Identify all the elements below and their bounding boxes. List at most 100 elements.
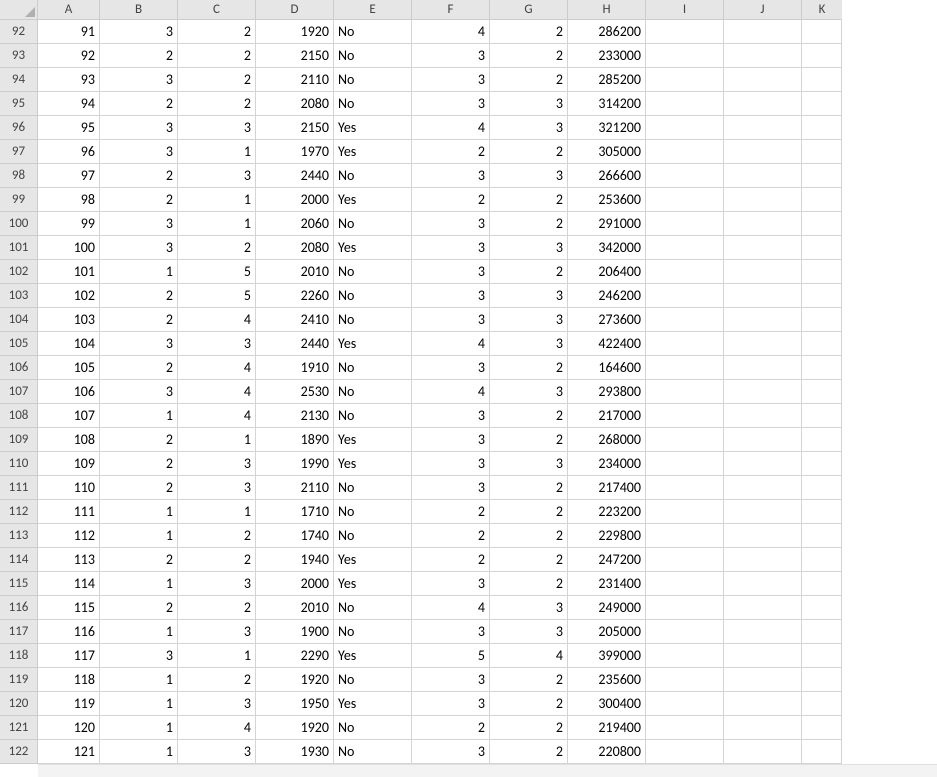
column-header-I[interactable]: I xyxy=(646,0,724,20)
cell-C97[interactable]: 1 xyxy=(178,140,256,164)
cell-F104[interactable]: 3 xyxy=(412,308,490,332)
row-header-121[interactable]: 121 xyxy=(0,716,38,740)
cell-B100[interactable]: 3 xyxy=(100,212,178,236)
cell-K115[interactable] xyxy=(802,572,842,596)
cell-H106[interactable]: 164600 xyxy=(568,356,646,380)
cell-I104[interactable] xyxy=(646,308,724,332)
cell-A93[interactable]: 92 xyxy=(38,44,100,68)
cell-E115[interactable]: Yes xyxy=(334,572,412,596)
cell-A117[interactable]: 116 xyxy=(38,620,100,644)
cell-G99[interactable]: 2 xyxy=(490,188,568,212)
cell-J108[interactable] xyxy=(724,404,802,428)
cell-J121[interactable] xyxy=(724,716,802,740)
cell-C96[interactable]: 3 xyxy=(178,116,256,140)
cell-A95[interactable]: 94 xyxy=(38,92,100,116)
cell-C118[interactable]: 1 xyxy=(178,644,256,668)
cell-E117[interactable]: No xyxy=(334,620,412,644)
cell-J101[interactable] xyxy=(724,236,802,260)
cell-C117[interactable]: 3 xyxy=(178,620,256,644)
cell-I95[interactable] xyxy=(646,92,724,116)
cell-B120[interactable]: 1 xyxy=(100,692,178,716)
cell-J113[interactable] xyxy=(724,524,802,548)
cell-F109[interactable]: 3 xyxy=(412,428,490,452)
cell-J96[interactable] xyxy=(724,116,802,140)
cell-J110[interactable] xyxy=(724,452,802,476)
cell-E109[interactable]: Yes xyxy=(334,428,412,452)
cell-E119[interactable]: No xyxy=(334,668,412,692)
row-header-105[interactable]: 105 xyxy=(0,332,38,356)
cell-J109[interactable] xyxy=(724,428,802,452)
cell-A92[interactable]: 91 xyxy=(38,20,100,44)
cell-C109[interactable]: 1 xyxy=(178,428,256,452)
row-header-96[interactable]: 96 xyxy=(0,116,38,140)
cell-E92[interactable]: No xyxy=(334,20,412,44)
cell-B93[interactable]: 2 xyxy=(100,44,178,68)
cell-K116[interactable] xyxy=(802,596,842,620)
cell-D108[interactable]: 2130 xyxy=(256,404,334,428)
cell-F96[interactable]: 4 xyxy=(412,116,490,140)
cell-D96[interactable]: 2150 xyxy=(256,116,334,140)
cell-G116[interactable]: 3 xyxy=(490,596,568,620)
cell-A120[interactable]: 119 xyxy=(38,692,100,716)
cell-K111[interactable] xyxy=(802,476,842,500)
cell-A111[interactable]: 110 xyxy=(38,476,100,500)
cell-D101[interactable]: 2080 xyxy=(256,236,334,260)
cell-G111[interactable]: 2 xyxy=(490,476,568,500)
cell-F112[interactable]: 2 xyxy=(412,500,490,524)
cell-D94[interactable]: 2110 xyxy=(256,68,334,92)
cell-G117[interactable]: 3 xyxy=(490,620,568,644)
cell-K114[interactable] xyxy=(802,548,842,572)
cell-D107[interactable]: 2530 xyxy=(256,380,334,404)
cell-B92[interactable]: 3 xyxy=(100,20,178,44)
cell-H120[interactable]: 300400 xyxy=(568,692,646,716)
cell-D119[interactable]: 1920 xyxy=(256,668,334,692)
cell-H108[interactable]: 217000 xyxy=(568,404,646,428)
cell-E101[interactable]: Yes xyxy=(334,236,412,260)
cell-F102[interactable]: 3 xyxy=(412,260,490,284)
select-all-corner[interactable] xyxy=(0,0,38,20)
cell-I106[interactable] xyxy=(646,356,724,380)
cell-A101[interactable]: 100 xyxy=(38,236,100,260)
cell-K95[interactable] xyxy=(802,92,842,116)
row-header-111[interactable]: 111 xyxy=(0,476,38,500)
cell-I105[interactable] xyxy=(646,332,724,356)
cell-G112[interactable]: 2 xyxy=(490,500,568,524)
cell-G95[interactable]: 3 xyxy=(490,92,568,116)
cell-D105[interactable]: 2440 xyxy=(256,332,334,356)
cell-I116[interactable] xyxy=(646,596,724,620)
cell-C116[interactable]: 2 xyxy=(178,596,256,620)
cell-A98[interactable]: 97 xyxy=(38,164,100,188)
cell-A96[interactable]: 95 xyxy=(38,116,100,140)
cell-H115[interactable]: 231400 xyxy=(568,572,646,596)
cell-F99[interactable]: 2 xyxy=(412,188,490,212)
cell-I108[interactable] xyxy=(646,404,724,428)
cell-A107[interactable]: 106 xyxy=(38,380,100,404)
cell-B116[interactable]: 2 xyxy=(100,596,178,620)
cell-G97[interactable]: 2 xyxy=(490,140,568,164)
cell-D120[interactable]: 1950 xyxy=(256,692,334,716)
row-header-100[interactable]: 100 xyxy=(0,212,38,236)
cell-B107[interactable]: 3 xyxy=(100,380,178,404)
cell-I114[interactable] xyxy=(646,548,724,572)
cell-K100[interactable] xyxy=(802,212,842,236)
cell-B103[interactable]: 2 xyxy=(100,284,178,308)
cell-K117[interactable] xyxy=(802,620,842,644)
cell-F103[interactable]: 3 xyxy=(412,284,490,308)
row-header-107[interactable]: 107 xyxy=(0,380,38,404)
cell-C95[interactable]: 2 xyxy=(178,92,256,116)
cell-G94[interactable]: 2 xyxy=(490,68,568,92)
cell-A118[interactable]: 117 xyxy=(38,644,100,668)
cell-C106[interactable]: 4 xyxy=(178,356,256,380)
cell-C119[interactable]: 2 xyxy=(178,668,256,692)
cell-H100[interactable]: 291000 xyxy=(568,212,646,236)
cell-J115[interactable] xyxy=(724,572,802,596)
cell-H99[interactable]: 253600 xyxy=(568,188,646,212)
cell-H94[interactable]: 285200 xyxy=(568,68,646,92)
cell-F120[interactable]: 3 xyxy=(412,692,490,716)
cell-K109[interactable] xyxy=(802,428,842,452)
row-header-116[interactable]: 116 xyxy=(0,596,38,620)
cell-K110[interactable] xyxy=(802,452,842,476)
cell-A99[interactable]: 98 xyxy=(38,188,100,212)
cell-K107[interactable] xyxy=(802,380,842,404)
cell-F118[interactable]: 5 xyxy=(412,644,490,668)
